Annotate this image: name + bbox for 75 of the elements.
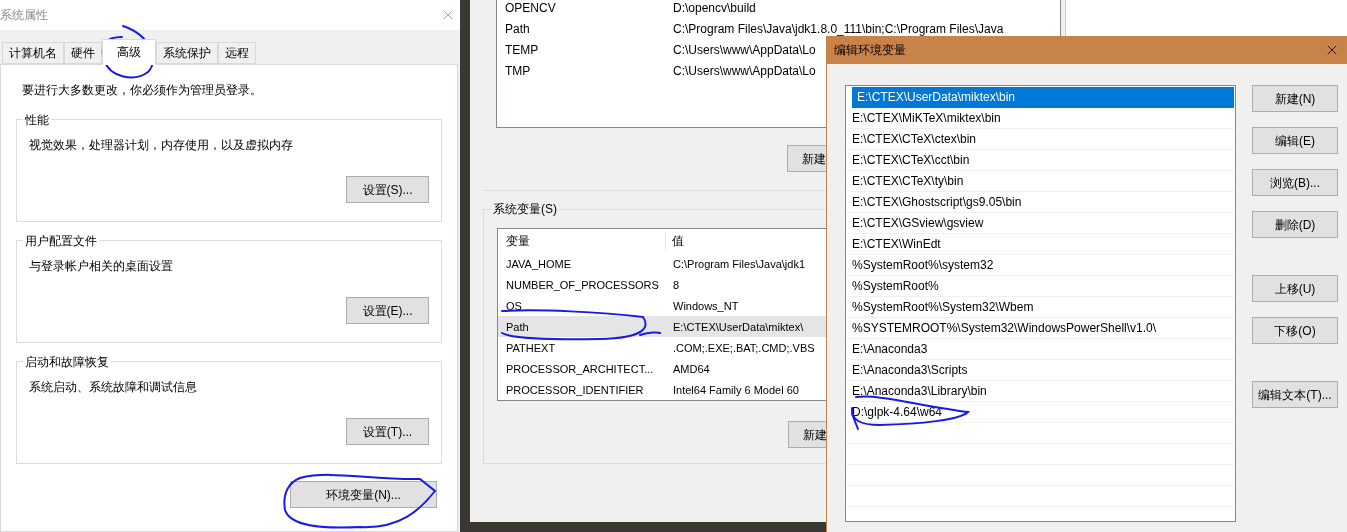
variable-row[interactable]: NUMBER_OF_PROCESSORS 8 [498,274,827,295]
variable-value: Intel64 Family 6 Model 60 [673,382,799,397]
variable-row[interactable]: OS Windows_NT [498,295,827,316]
group-title: 启动和故障恢复 [23,353,111,371]
dialog-button[interactable]: 下移(O) [1252,317,1338,344]
variable-value: 8 [673,277,680,292]
path-entry[interactable]: %SystemRoot% [847,276,1234,297]
variable-name: PROCESSOR_IDENTIFIER [506,382,645,397]
variable-value: C:\Users\www\AppData\Lo [672,42,816,57]
dialog-button[interactable]: 新建(N) [1252,85,1338,112]
variable-row[interactable]: PATHEXT .COM;.EXE;.BAT;.CMD;.VBS [498,337,827,358]
variable-value: .COM;.EXE;.BAT;.CMD;.VBS [673,340,815,355]
path-entry[interactable]: E:\CTEX\CTeX\cct\bin [847,150,1234,171]
group-title: 系统变量(S) [492,202,558,216]
path-entry[interactable]: E:\Anaconda3 [847,339,1234,360]
variable-name: OPENCV [504,0,557,15]
column-header[interactable]: 值 [666,232,684,250]
variable-name: JAVA_HOME [506,256,572,271]
path-entry[interactable]: E:\CTEX\UserData\miktex\bin [852,87,1234,108]
group-title: 用户配置文件 [23,232,99,250]
group-description: 与登录帐户相关的桌面设置 [29,258,174,275]
variable-value: C:\Users\www\AppData\Lo [672,63,816,78]
variable-row[interactable]: PROCESSOR_ARCHITECT... AMD64 [498,358,827,379]
dialog-button[interactable]: 编辑文本(T)... [1252,381,1338,408]
dialog-button[interactable]: 设置(T)... [346,418,429,445]
variable-row[interactable]: JAVA_HOME C:\Program Files\Java\jdk1 [498,253,827,274]
variable-name: Path [506,319,530,334]
path-entry[interactable]: E:\CTEX\Ghostscript\gs9.05\bin [847,192,1234,213]
tab[interactable]: 硬件 [64,42,102,64]
admin-note: 要进行大多数更改，你必须作为管理员登录。 [21,82,263,99]
path-entry[interactable]: E:\CTEX\CTeX\ty\bin [847,171,1234,192]
group-description: 系统启动、系统故障和调试信息 [29,379,198,396]
tab[interactable]: 远程 [218,42,256,64]
path-entry[interactable]: E:\CTEX\WinEdt [847,234,1234,255]
path-entry[interactable]: %SystemRoot%\System32\Wbem [847,297,1234,318]
variable-name: TMP [504,63,532,78]
variable-value: C:\Program Files\Java\jdk1.8.0_111\bin;C:\Program Files\Java [672,21,1004,36]
variable-name: PROCESSOR_ARCHITECT... [506,361,655,376]
dialog-button[interactable]: 删除(D) [1252,211,1338,238]
variable-value: Windows_NT [673,298,739,313]
variable-name: OS [506,298,523,313]
dialog-button[interactable]: 新建 [788,421,827,448]
column-header[interactable]: 变量 [498,232,666,250]
variable-value: C:\Program Files\Java\jdk1 [673,256,806,271]
variable-value: AMD64 [673,361,710,376]
variable-name: NUMBER_OF_PROCESSORS [506,277,660,292]
variable-name: TEMP [504,42,540,57]
path-entry[interactable]: E:\Anaconda3\Library\bin [847,381,1234,402]
dialog-button[interactable]: 编辑(E) [1252,127,1338,154]
dialog-button[interactable]: 上移(U) [1252,275,1338,302]
dialog-button[interactable]: 设置(S)... [346,176,429,203]
variable-name: PATHEXT [506,340,557,355]
path-entry[interactable]: E:\CTEX\MiKTeX\miktex\bin [847,108,1234,129]
path-entry[interactable]: E:\CTEX\CTeX\ctex\bin [847,129,1234,150]
variable-row[interactable]: PROCESSOR_IDENTIFIER Intel64 Family 6 Model 60 [498,379,827,400]
window-title: 编辑环境变量 [834,42,906,59]
dialog-button[interactable]: 环境变量(N)... [290,481,437,508]
path-entry[interactable]: E:\CTEX\GSview\gsview [847,213,1234,234]
variable-name: Path [504,21,531,36]
tab[interactable]: 计算机名 [2,42,64,64]
tab[interactable]: 高级 [102,39,156,65]
window-title: 系统属性 [0,7,48,24]
tab[interactable]: 系统保护 [156,42,218,64]
path-entry[interactable]: %SystemRoot%\system32 [847,255,1234,276]
group-description: 视觉效果，处理器计划，内存使用，以及虚拟内存 [29,137,294,154]
path-entry[interactable]: D:\glpk-4.64\w64 [847,402,1234,423]
group-title: 性能 [23,111,51,129]
dialog-button[interactable]: 浏览(B)... [1252,169,1338,196]
dialog-button[interactable]: 设置(E)... [346,297,429,324]
variable-value: D:\opencv\build [672,0,756,15]
path-entry[interactable]: E:\Anaconda3\Scripts [847,360,1234,381]
variable-row[interactable]: Path E:\CTEX\UserData\miktex\ [498,316,827,337]
variable-value: E:\CTEX\UserData\miktex\ [673,319,804,334]
path-entry[interactable]: %SYSTEMROOT%\System32\WindowsPowerShell\v1.0\ [847,318,1234,339]
dialog-button[interactable]: 新建 [787,145,826,172]
